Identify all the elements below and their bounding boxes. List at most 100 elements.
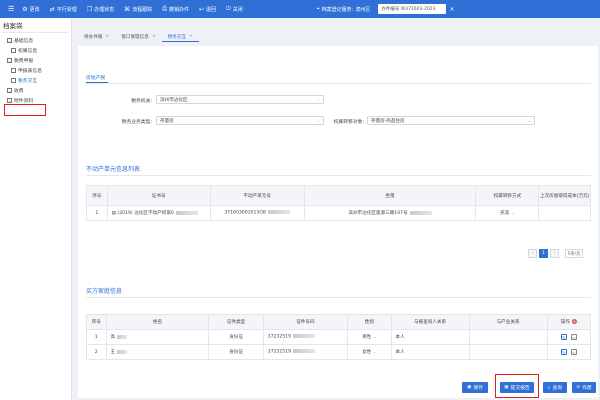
close-icon[interactable]: × [189,34,193,39]
toolbar-item-label: 办理状态 [94,6,115,13]
next-page-button[interactable]: › [550,249,559,258]
transfer-object-label: 权属转移对象: [333,120,364,125]
sidebar-item[interactable]: − 基础信息 [0,36,71,46]
cell-relation[interactable]: 本人 [390,344,470,360]
redacted [175,210,198,215]
save-label: 保存 [473,386,483,391]
column-header: 坐落 [303,185,477,206]
cell-id-type: 身份证 [208,344,264,360]
sidebar-item[interactable]: − 收费 [0,86,71,96]
column-header: 不动产单元号 [209,185,305,206]
column-header: 操作 + [546,314,592,330]
print-icon: ⎙ [162,5,167,12]
cell-gender[interactable]: 女性 ⌄ [347,344,392,360]
document-icon [11,78,16,83]
location-text: 滨州市沾化区富源三路107号 [348,211,408,216]
page-1-button[interactable]: 1 [539,249,548,258]
cell-transfer-method[interactable]: 买卖 ⌄ [475,205,540,221]
unit-number-text: 371603001013GB [224,210,267,216]
chevron-down-icon: ⌄ [372,350,377,355]
edit-icon[interactable]: ✎ [560,333,567,340]
close-icon[interactable]: × [152,34,156,39]
split-icon: ⇄ [49,5,55,13]
toolbar-item[interactable]: ⇄ 平行受理 [50,6,77,13]
tab[interactable]: 窗口受理信息 × [115,32,161,42]
delete-icon[interactable]: ▭ [570,333,577,340]
sidebar-item-label: 收费 [14,89,24,94]
parties-table: 序号 姓名 证件类型 证件号码 性别 与被查询人关系 与产业关系 操作 + 1 高身份证 37232… [86,314,592,360]
business-type-label: 税务业务类型: [121,120,152,125]
close-icon[interactable]: × [105,34,109,39]
sidebar-item[interactable]: 税务交互 [0,76,71,86]
location-pin-icon: ⌖ [316,6,320,12]
sidebar-item[interactable]: 权属信息 [0,46,71,56]
column-header: 上次房屋取得成本(万元) [538,185,591,206]
cell-id-number: 37232519 [262,344,349,360]
cell-property-relation[interactable] [468,329,548,345]
cell-unit-number: 371603001013GB [209,205,305,221]
toolbar-item[interactable]: ⎙ 撤销办件 [162,5,189,13]
sidebar: 档案袋 − 基础信息 权属信息 − 税费申报 申报表信息 税务交互 − 收费 − 附件资料 [0,18,72,400]
realty-table: 序号 证书号 不动产单元号 坐落 权属转移方式 上次房屋取得成本(万元) 1 ▤ (2019… [86,185,591,221]
cell-actions: ✎ ▭ [546,344,592,360]
tab-bar: 待办件箱 × 窗口受理信息 × 税务交互 × [78,30,199,42]
sidebar-item-label: 税务交互 [18,79,38,84]
toolbar-item[interactable]: ❐ 办理状态 [87,6,114,13]
cell-index: 2 [86,344,107,360]
edit-icon[interactable]: ✎ [560,348,567,355]
flow-icon: ⌘ [124,5,131,13]
menu-icon[interactable]: ☰ [8,5,14,13]
search-icon: ⌕ [547,385,551,391]
cell-index: 1 [86,205,108,221]
business-type-select[interactable]: 存量房 ⌄ [156,116,324,125]
toolbar-item[interactable]: ⚙ 更改 [22,6,39,13]
cell-gender[interactable]: 男性 ⌄ [347,329,392,345]
folder-icon: − [7,38,12,43]
section-divider [86,175,591,176]
void-icon: ⊘ [576,385,581,390]
cell-id-number: 37232519 [262,329,349,345]
sidebar-title: 档案袋 [3,22,23,30]
cell-cost[interactable] [538,205,591,221]
business-type-value: 存量房 [160,118,174,124]
page-size-select[interactable]: 5条/页 [565,249,583,258]
tax-authority-select[interactable]: 滨州市沾化区 ⌄ [156,95,324,104]
transfer-object-select[interactable]: 存量房·商品住房 ⌄ [367,116,535,125]
sidebar-item[interactable]: − 税费申报 [0,56,71,66]
return-icon: ↩ [198,5,205,13]
sidebar-item[interactable]: 申报表信息 [0,66,71,76]
folder-icon: − [7,98,12,103]
column-header: 序号 [86,185,108,206]
column-header: 与产业关系 [468,314,548,330]
toolbar-item-label: 撤销办件 [168,6,189,13]
table-row[interactable]: 1 ▤ (2019) 沾化区不动产权第0 371603001013GB 滨州市沾化区富… [86,205,591,221]
chevron-down-icon: ⌄ [527,118,531,123]
prev-page-button[interactable]: ‹ [528,249,537,258]
tab[interactable]: 税务交互 × [161,32,199,42]
add-icon[interactable]: + [571,319,577,324]
id-number-text: 37232519 [267,334,292,340]
id-number-text: 37232519 [267,349,292,355]
cell-relation[interactable]: 本人 [390,329,470,345]
save-button[interactable]: ▣ 保存 [462,382,488,393]
void-button[interactable]: ⊘ 作废 [572,382,596,393]
subtab-realestate-tax[interactable]: 房地产税 [86,74,105,81]
table-row[interactable]: 2 王身份证 37232519 女性 ⌄ 本人 ✎ ▭ [86,344,592,360]
case-number-value: 办件编号 W371603-2023 [381,7,436,12]
sidebar-item-label: 税费申报 [14,59,34,64]
toolbar-item-label: 关闭 [232,6,243,13]
chevron-down-icon: ⌄ [372,335,377,340]
cell-property-relation[interactable] [468,344,548,360]
query-button[interactable]: ⌕ 查询 [543,382,567,393]
toolbar-item-label: 平行受理 [56,6,77,13]
case-number-select[interactable]: 办件编号 W371603-2023 [378,4,447,14]
delete-icon[interactable]: ▭ [570,348,577,355]
redacted [117,349,128,354]
cell-actions: ✎ ▭ [546,329,592,345]
tab[interactable]: 待办件箱 × [78,32,115,42]
toolbar-item[interactable]: ⌘ 流程跟踪 [124,6,152,13]
close-icon[interactable]: × [449,6,454,13]
table-row[interactable]: 1 高身份证 37232519 男性 ⌄ 本人 ✎ ▭ [86,329,592,345]
toolbar-item[interactable]: ↩ 退回 [199,6,216,13]
toolbar-item[interactable]: ⏻ 关闭 [226,5,243,13]
